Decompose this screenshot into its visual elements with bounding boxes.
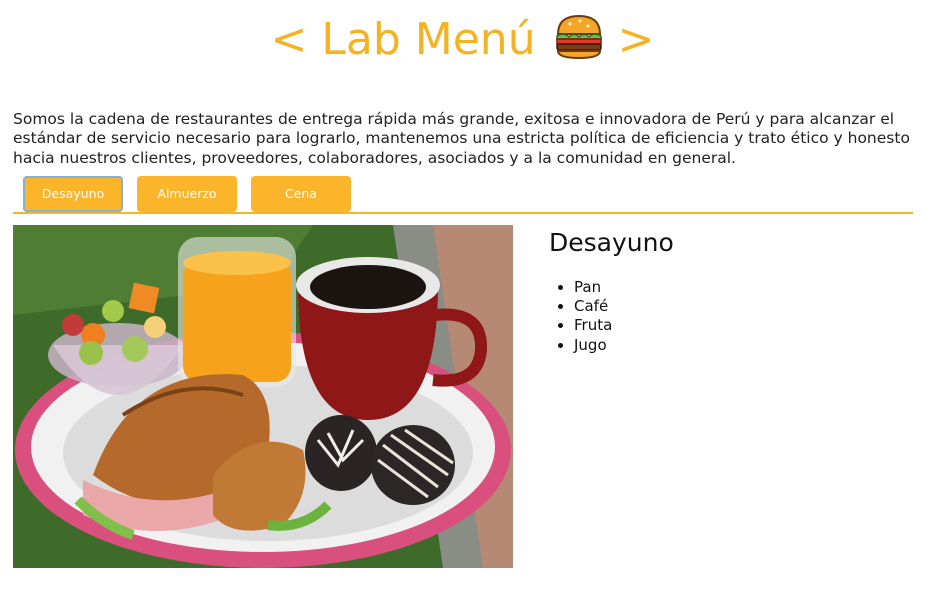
breakfast-photo xyxy=(13,225,513,568)
tab-cena[interactable]: Cena xyxy=(251,176,351,212)
panel-title: Desayuno xyxy=(549,228,674,257)
tab-desayuno[interactable]: Desayuno xyxy=(23,176,123,212)
intro-text: Somos la cadena de restaurantes de entre… xyxy=(13,109,910,167)
title-suffix: > xyxy=(617,14,655,65)
list-item: Café xyxy=(574,297,612,316)
menu-item-list: Pan Café Fruta Jugo xyxy=(556,278,612,355)
hamburger-icon xyxy=(554,14,604,78)
list-item: Jugo xyxy=(574,336,612,355)
list-item: Fruta xyxy=(574,316,612,335)
divider xyxy=(13,212,913,214)
tab-almuerzo[interactable]: Almuerzo xyxy=(137,176,237,212)
title-text: < Lab Menú xyxy=(270,14,536,65)
list-item: Pan xyxy=(574,278,612,297)
page-title: < Lab Menú > xyxy=(0,8,925,78)
